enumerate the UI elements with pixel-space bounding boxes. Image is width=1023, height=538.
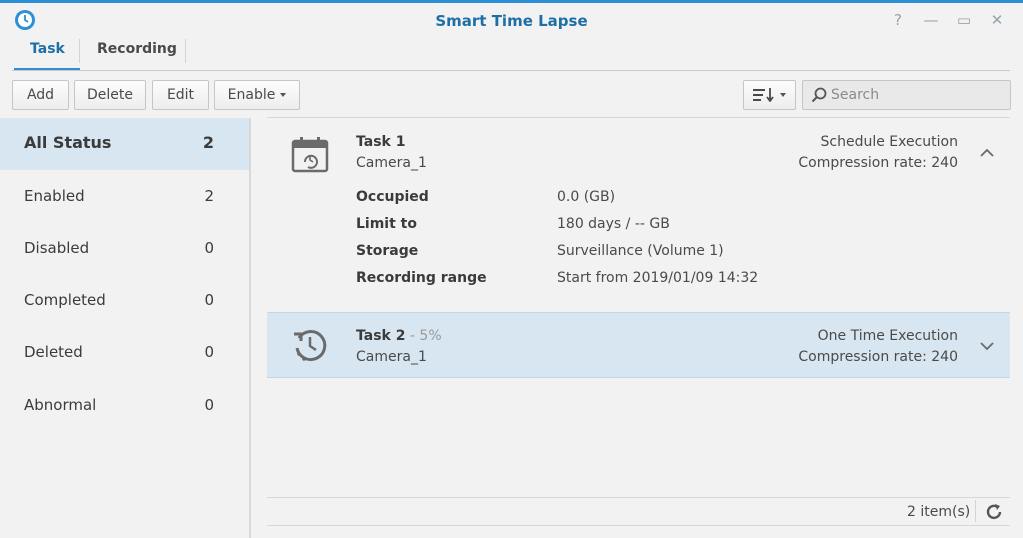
title-bar: Smart Time Lapse ? — ▭ ✕ [0, 3, 1023, 37]
chevron-down-icon [280, 93, 287, 97]
footer-separator [975, 500, 976, 522]
sidebar-item-label: Completed [24, 291, 106, 309]
sidebar-item-count: 0 [204, 291, 214, 309]
tab-bar-divider [12, 70, 1010, 71]
sidebar-item-count: 2 [204, 187, 214, 205]
chevron-down-icon [780, 93, 786, 97]
tab-recording[interactable]: Recording [93, 41, 181, 57]
task-camera: Camera_1 [356, 155, 427, 171]
sidebar-item-label: Deleted [24, 343, 83, 361]
sidebar-item-abnormal[interactable]: Abnormal 0 [0, 380, 249, 432]
tab-bar: Task Recording [0, 37, 1010, 72]
sidebar-item-count: 0 [204, 239, 214, 257]
task-execution-type: Schedule Execution [820, 134, 958, 150]
task-name: Task 2 - 5% [356, 328, 442, 344]
sidebar-item-completed[interactable]: Completed 0 [0, 275, 249, 327]
footer-divider [267, 497, 1010, 498]
search-icon [811, 87, 827, 103]
task-name: Task 1 [356, 134, 406, 150]
refresh-icon[interactable] [984, 502, 1004, 522]
tab-separator [79, 39, 80, 63]
sidebar-item-label: Enabled [24, 187, 85, 205]
maximize-button[interactable]: ▭ [955, 11, 973, 29]
tab-task[interactable]: Task [26, 41, 69, 57]
detail-value-limit: 180 days / -- GB [557, 216, 670, 232]
task-card-collapsed[interactable]: Task 2 - 5% Camera_1 One Time Execution … [267, 312, 1010, 378]
enable-label: Enable [227, 87, 276, 103]
tab-separator [185, 39, 186, 63]
task-execution-type: One Time Execution [817, 328, 958, 344]
sidebar-item-count: 0 [204, 343, 214, 361]
sort-dropdown-button[interactable] [743, 80, 796, 110]
search-input[interactable]: Search [802, 80, 1011, 110]
detail-label-storage: Storage [356, 243, 419, 259]
task-compression-rate: Compression rate: 240 [798, 349, 958, 365]
sidebar-divider [249, 118, 251, 538]
sidebar-item-enabled[interactable]: Enabled 2 [0, 171, 249, 223]
task-compression-rate: Compression rate: 240 [798, 155, 958, 171]
detail-value-recording-range: Start from 2019/01/09 14:32 [557, 270, 759, 286]
add-button[interactable]: Add [12, 80, 69, 110]
minimize-button[interactable]: — [922, 11, 940, 29]
task-name-text: Task 2 [356, 328, 406, 344]
status-sidebar: All Status 2 Enabled 2 Disabled 0 Comple… [0, 118, 249, 538]
task-list: Task 1 Camera_1 Schedule Execution Compr… [267, 118, 1010, 498]
sidebar-item-count: 0 [204, 396, 214, 414]
close-button[interactable]: ✕ [988, 11, 1006, 29]
item-count: 2 item(s) [907, 504, 971, 520]
task-progress: - 5% [405, 328, 442, 344]
one-time-task-icon [294, 330, 327, 362]
sidebar-item-all-status[interactable]: All Status 2 [0, 118, 249, 170]
detail-label-limit: Limit to [356, 216, 417, 232]
detail-label-occupied: Occupied [356, 189, 429, 205]
chevron-up-icon[interactable] [980, 146, 994, 160]
sidebar-item-label: Disabled [24, 239, 90, 257]
sidebar-item-label: All Status [24, 133, 112, 152]
chevron-down-icon[interactable] [980, 339, 994, 353]
help-button[interactable]: ? [889, 11, 907, 29]
detail-value-occupied: 0.0 (GB) [557, 189, 616, 205]
sort-icon [753, 88, 774, 103]
detail-label-recording-range: Recording range [356, 270, 487, 286]
task-card-expanded[interactable]: Task 1 Camera_1 Schedule Execution Compr… [267, 118, 1010, 312]
sidebar-item-deleted[interactable]: Deleted 0 [0, 327, 249, 379]
window-title: Smart Time Lapse [435, 12, 588, 30]
footer-bottom-divider [267, 525, 1010, 526]
delete-button[interactable]: Delete [74, 80, 146, 110]
scheduled-task-icon [291, 137, 329, 173]
enable-dropdown-button[interactable]: Enable [214, 80, 300, 110]
search-placeholder: Search [831, 87, 880, 103]
task-camera: Camera_1 [356, 349, 427, 365]
detail-value-storage: Surveillance (Volume 1) [557, 243, 724, 259]
sidebar-item-count: 2 [202, 133, 214, 152]
sidebar-item-disabled[interactable]: Disabled 0 [0, 223, 249, 275]
toolbar: Add Delete Edit Enable Search [0, 80, 1023, 112]
edit-button[interactable]: Edit [152, 80, 209, 110]
sidebar-item-label: Abnormal [24, 396, 97, 414]
